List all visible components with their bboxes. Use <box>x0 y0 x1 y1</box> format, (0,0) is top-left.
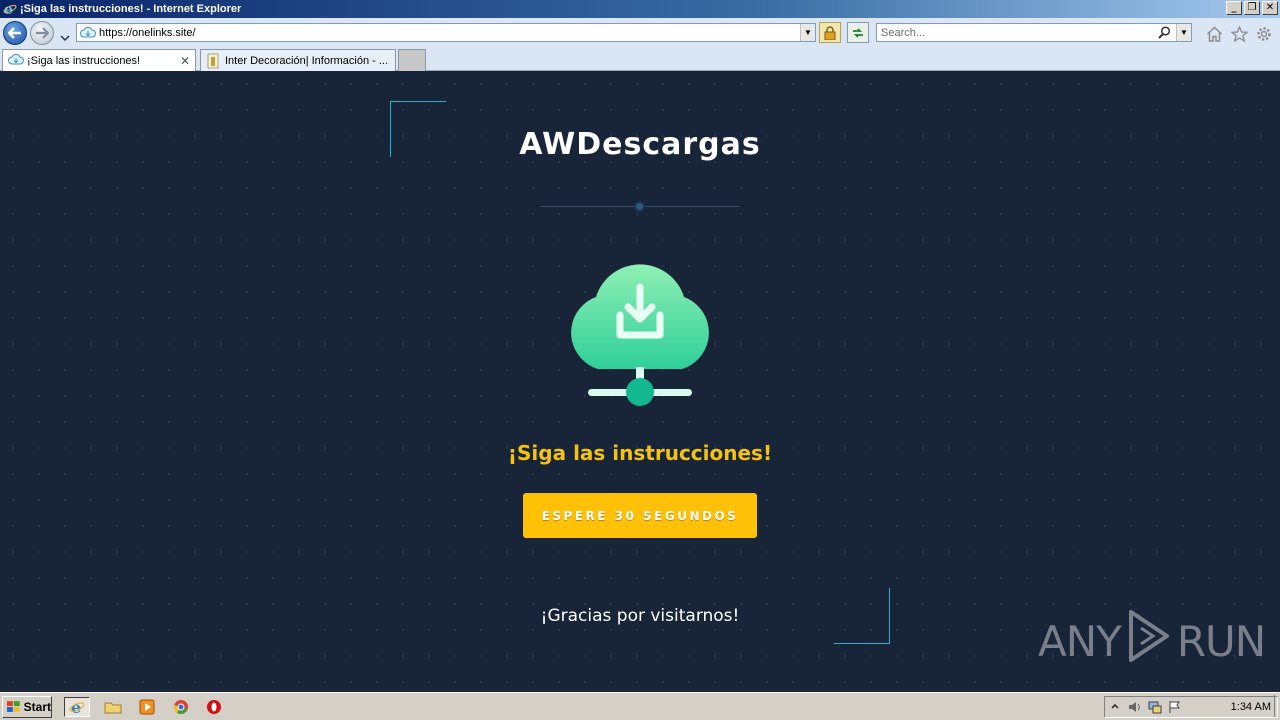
play-logo-icon <box>1127 608 1171 674</box>
settings-gear-icon[interactable] <box>1255 25 1273 43</box>
internet-explorer-icon: e <box>2 1 18 17</box>
new-tab-button[interactable] <box>398 49 426 71</box>
windows-logo-icon <box>6 701 20 712</box>
lock-icon <box>824 25 836 40</box>
internet-explorer-icon[interactable]: e <box>64 697 90 717</box>
tab-label: ¡Siga las instrucciones! <box>27 54 141 67</box>
cloud-download-favicon-icon <box>8 53 24 69</box>
refresh-button[interactable] <box>847 22 869 43</box>
start-label: Start <box>23 700 51 714</box>
address-input[interactable]: https://onelinks.site/ ▼ <box>76 23 816 42</box>
media-player-icon[interactable] <box>136 697 158 717</box>
watermark-right-text: RUN <box>1176 616 1266 666</box>
watermark-left-text: ANY <box>1038 616 1122 666</box>
cloud-download-favicon-icon <box>80 26 96 40</box>
security-lock-button[interactable] <box>819 22 841 43</box>
chevron-down-icon <box>60 35 70 42</box>
search-placeholder: Search... <box>881 26 926 39</box>
search-icon[interactable] <box>1158 26 1171 42</box>
window-title: ¡Siga las instrucciones! - Internet Expl… <box>20 3 242 15</box>
forward-button[interactable] <box>30 21 54 45</box>
cloud-download-icon <box>558 257 722 407</box>
taskbar: Start e 1:34 AM <box>0 692 1280 720</box>
refresh-icon <box>853 27 863 38</box>
address-dropdown[interactable]: ▼ <box>800 24 815 41</box>
minimize-button[interactable]: _ <box>1226 1 1242 15</box>
opera-icon[interactable] <box>203 697 225 717</box>
start-button[interactable]: Start <box>2 696 52 718</box>
folder-icon[interactable] <box>102 697 124 717</box>
svg-text:e: e <box>71 699 81 715</box>
close-tab-icon[interactable]: ✕ <box>180 54 190 68</box>
close-button[interactable]: ✕ <box>1262 1 1278 15</box>
show-hidden-icon[interactable] <box>1105 698 1125 716</box>
web-page: AWDescargas ¡Siga las instrucciones! ESP… <box>0 71 1280 692</box>
tab-inter-decoracion[interactable]: Inter Decoración| Información - ... <box>200 49 396 71</box>
forward-arrow-icon <box>36 27 49 39</box>
volume-icon[interactable] <box>1125 698 1145 716</box>
anyrun-watermark: ANY RUN <box>1038 608 1266 674</box>
page-favicon-icon <box>206 53 222 69</box>
back-button[interactable] <box>3 21 27 45</box>
network-icon[interactable] <box>1145 698 1165 716</box>
action-center-flag-icon[interactable] <box>1165 698 1185 716</box>
instructions-headline: ¡Siga las instrucciones! <box>507 441 773 465</box>
window-titlebar: e ¡Siga las instrucciones! - Internet Ex… <box>0 0 1280 18</box>
chrome-icon[interactable] <box>170 697 192 717</box>
show-desktop-button[interactable] <box>1274 695 1280 717</box>
back-arrow-icon <box>8 27 21 39</box>
wait-countdown-button[interactable]: ESPERE 30 SEGUNDOS <box>523 493 757 538</box>
navigation-bar: https://onelinks.site/ ▼ Search... ▼ <box>0 18 1280 47</box>
tab-bar: ¡Siga las instrucciones! ✕ Inter Decorac… <box>0 47 1280 71</box>
system-tray: 1:34 AM <box>1104 696 1278 718</box>
home-icon[interactable] <box>1205 25 1223 43</box>
tab-label: Inter Decoración| Información - ... <box>225 54 389 67</box>
address-url: https://onelinks.site/ <box>99 26 196 39</box>
search-provider-dropdown[interactable]: ▼ <box>1176 24 1191 41</box>
site-brand-title: AWDescargas <box>519 127 761 162</box>
search-input[interactable]: Search... ▼ <box>876 23 1192 42</box>
history-dropdown[interactable] <box>60 28 70 42</box>
divider-dot <box>634 201 645 212</box>
favorites-star-icon[interactable] <box>1230 25 1248 43</box>
restore-button[interactable]: ❐ <box>1244 1 1260 15</box>
system-clock[interactable]: 1:34 AM <box>1231 701 1271 713</box>
tab-siga-las-instrucciones[interactable]: ¡Siga las instrucciones! ✕ <box>2 49 196 71</box>
